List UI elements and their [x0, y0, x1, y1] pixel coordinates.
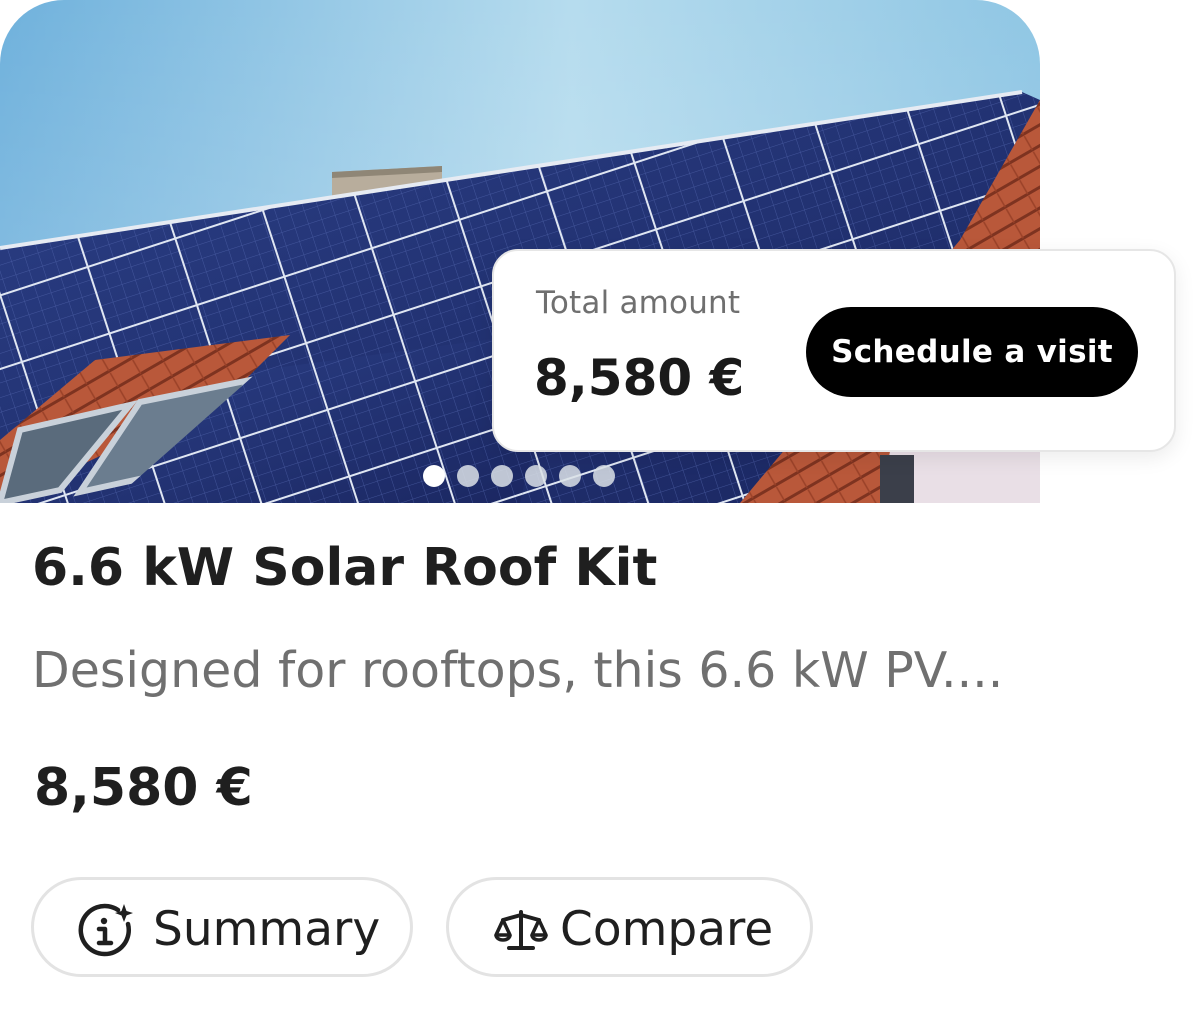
schedule-visit-button[interactable]: Schedule a visit — [806, 307, 1138, 397]
compare-label: Compare — [560, 902, 774, 957]
product-description: Designed for rooftops, this 6.6 kW PV...… — [32, 642, 1004, 699]
total-amount-value: 8,580 € — [534, 349, 745, 407]
summary-button[interactable]: Summary — [31, 877, 413, 977]
product-price: 8,580 € — [34, 758, 253, 818]
compare-button[interactable]: Compare — [446, 877, 813, 977]
carousel-dot-6[interactable] — [593, 465, 615, 487]
carousel-dot-3[interactable] — [491, 465, 513, 487]
total-amount-card: Total amount 8,580 € Schedule a visit — [492, 249, 1176, 452]
scale-balance-icon — [493, 902, 549, 958]
carousel-dot-1[interactable] — [423, 465, 445, 487]
summary-label: Summary — [153, 902, 381, 957]
info-sparkle-icon — [78, 902, 134, 958]
product-card: Total amount 8,580 € Schedule a visit 6.… — [0, 0, 1201, 1011]
carousel-dot-4[interactable] — [525, 465, 547, 487]
carousel-dot-2[interactable] — [457, 465, 479, 487]
product-title[interactable]: 6.6 kW Solar Roof Kit — [32, 538, 657, 598]
carousel-dot-5[interactable] — [559, 465, 581, 487]
total-amount-label: Total amount — [536, 285, 741, 321]
carousel-indicator — [423, 465, 615, 487]
